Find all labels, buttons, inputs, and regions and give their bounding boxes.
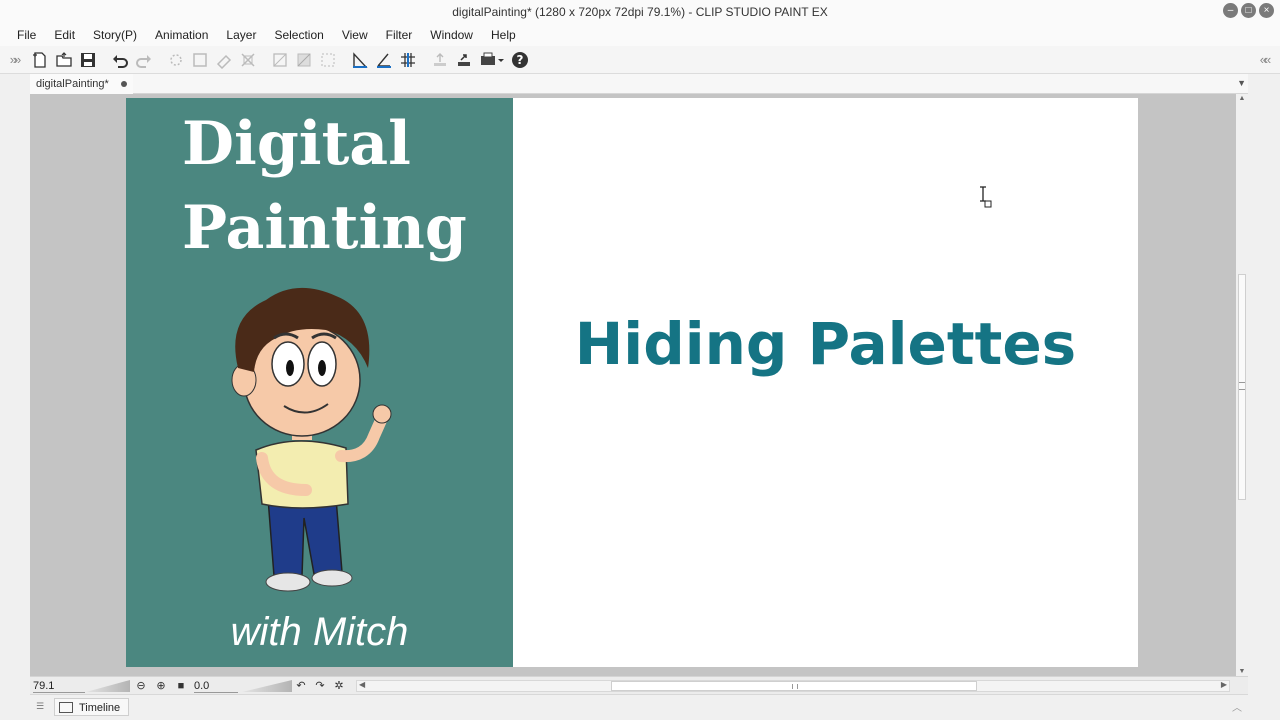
menu-file[interactable]: File	[8, 24, 45, 46]
zoom-out-icon[interactable]: ⊖	[134, 679, 148, 693]
menu-animation[interactable]: Animation	[146, 24, 217, 46]
rotation-slider[interactable]	[242, 680, 292, 692]
new-file-icon[interactable]	[28, 48, 52, 72]
artwork-canvas[interactable]: Digital Painting with Mitch Hiding Palet…	[126, 98, 1138, 667]
document-tab-row: digitalPainting* ▼	[30, 74, 1248, 94]
tab-dropdown-icon[interactable]: ▼	[1237, 78, 1246, 88]
close-button[interactable]: ×	[1259, 3, 1274, 18]
menu-selection[interactable]: Selection	[265, 24, 332, 46]
clear-icon[interactable]	[164, 48, 188, 72]
mascot-illustration	[231, 287, 392, 592]
title-bar: digitalPainting* (1280 x 720px 72dpi 79.…	[0, 0, 1280, 24]
redo-icon[interactable]	[132, 48, 156, 72]
timeline-tab[interactable]: Timeline	[54, 698, 130, 716]
artwork-title-line1: Digital	[182, 109, 411, 179]
vertical-scroll-grip-icon	[1239, 382, 1245, 390]
unsaved-dot-icon	[120, 81, 127, 88]
canvas-area[interactable]: Digital Painting with Mitch Hiding Palet…	[30, 94, 1236, 676]
window-controls: – □ ×	[1223, 3, 1274, 18]
fit-to-screen-icon[interactable]: ■	[174, 679, 188, 693]
save-icon[interactable]	[76, 48, 100, 72]
artwork-title: Digital Painting	[182, 102, 467, 270]
menu-help[interactable]: Help	[482, 24, 525, 46]
bottom-dock-menu-icon[interactable]: ☰	[36, 701, 46, 711]
text-cursor-icon	[980, 186, 992, 208]
canvas-status-bar: 79.1 ⊖ ⊕ ■ 0.0 ↶ ↷ ✲ ◀ ▶	[30, 676, 1248, 694]
zoom-level-field[interactable]: 79.1	[33, 679, 85, 693]
timeline-icon	[59, 702, 73, 713]
menu-story[interactable]: Story(P)	[84, 24, 146, 46]
transform-icon[interactable]	[188, 48, 212, 72]
menu-layer[interactable]: Layer	[217, 24, 265, 46]
horizontal-scroll-thumb[interactable]	[611, 681, 977, 691]
menu-view[interactable]: View	[333, 24, 377, 46]
print-icon[interactable]	[476, 48, 508, 72]
menu-bar: File Edit Story(P) Animation Layer Selec…	[0, 24, 1280, 46]
window-title: digitalPainting* (1280 x 720px 72dpi 79.…	[452, 5, 828, 19]
artwork-left-panel: Digital Painting with Mitch	[126, 98, 513, 667]
flip-icon[interactable]	[268, 48, 292, 72]
rotation-field[interactable]: 0.0	[194, 679, 238, 693]
undo-icon[interactable]	[108, 48, 132, 72]
export-arrow-icon[interactable]	[452, 48, 476, 72]
erase-selection-icon[interactable]	[212, 48, 236, 72]
scroll-up-icon[interactable]: ▲	[1236, 95, 1248, 102]
menu-window[interactable]: Window	[421, 24, 482, 46]
rotate-left-icon[interactable]: ↶	[294, 679, 308, 693]
right-dock-strip	[1248, 74, 1280, 720]
open-folder-icon[interactable]	[52, 48, 76, 72]
special-ruler-snap-icon[interactable]	[372, 48, 396, 72]
scroll-down-icon[interactable]: ▼	[1236, 668, 1248, 675]
left-dock-strip	[0, 74, 30, 720]
toolbar-grip-icon[interactable]: »»	[0, 46, 28, 74]
zoom-in-icon[interactable]: ⊕	[154, 679, 168, 693]
toolbar-right-grip-icon[interactable]: ««	[1252, 46, 1276, 74]
horizontal-scrollbar[interactable]: ◀ ▶	[356, 680, 1230, 692]
command-bar: »» ? ««	[0, 46, 1280, 74]
maximize-button[interactable]: □	[1241, 3, 1256, 18]
artwork-subtitle: with Mitch	[230, 610, 409, 654]
minimize-button[interactable]: –	[1223, 3, 1238, 18]
fit-icon[interactable]	[236, 48, 260, 72]
help-icon[interactable]: ?	[508, 48, 532, 72]
rotate-right-icon[interactable]: ↷	[313, 679, 327, 693]
document-tab-label: digitalPainting*	[36, 78, 109, 90]
timeline-label: Timeline	[79, 702, 121, 714]
artwork-title-line2: Painting	[182, 193, 467, 263]
select-all-icon[interactable]	[316, 48, 340, 72]
ruler-snap-icon[interactable]	[348, 48, 372, 72]
export-icon[interactable]	[428, 48, 452, 72]
vertical-scrollbar[interactable]: ▲ ▼	[1236, 94, 1248, 676]
horizontal-scroll-grip-icon	[792, 684, 798, 689]
document-tab[interactable]: digitalPainting*	[30, 74, 133, 94]
bottom-dock: ☰ Timeline ︿	[30, 694, 1248, 720]
fill-icon[interactable]	[292, 48, 316, 72]
grid-snap-icon[interactable]	[396, 48, 420, 72]
svg-text:?: ?	[517, 53, 524, 67]
artwork-headline: Hiding Palettes	[574, 310, 1077, 378]
menu-filter[interactable]: Filter	[377, 24, 422, 46]
zoom-slider[interactable]	[86, 680, 130, 692]
expand-up-icon[interactable]: ︿	[1232, 699, 1242, 714]
scroll-right-icon[interactable]: ▶	[1221, 680, 1227, 689]
scroll-left-icon[interactable]: ◀	[359, 680, 365, 689]
menu-edit[interactable]: Edit	[45, 24, 84, 46]
reset-rotation-icon[interactable]: ✲	[332, 679, 346, 693]
